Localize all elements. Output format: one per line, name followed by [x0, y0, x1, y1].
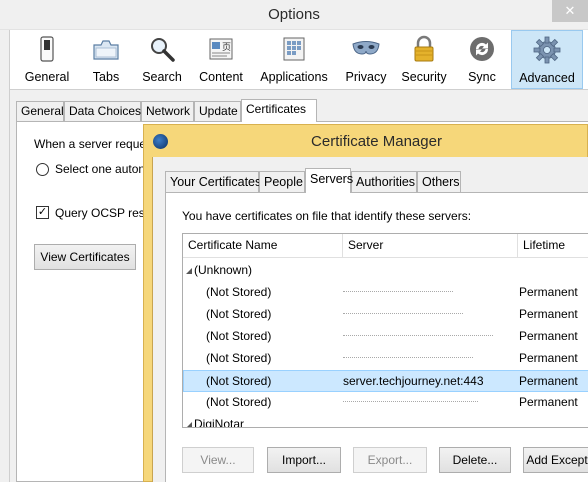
redacted-server	[343, 335, 493, 338]
add-exception-button[interactable]: Add Except	[523, 447, 588, 473]
toolbar-sync-label: Sync	[468, 70, 496, 84]
padlock-icon	[414, 35, 434, 62]
cert-name: (Not Stored)	[206, 351, 272, 365]
close-icon[interactable]: ✕	[552, 0, 588, 22]
mask-icon	[352, 41, 380, 55]
cert-lifetime: Permanent	[519, 285, 578, 299]
select-automatically-label: Select one auton	[55, 162, 146, 176]
subtab-update[interactable]: Update	[194, 101, 241, 121]
toolbar-tabs-label: Tabs	[92, 70, 120, 84]
redacted-server	[343, 291, 453, 294]
toolbar-security[interactable]: Security	[396, 30, 452, 89]
table-row-selected[interactable]: (Not Stored) server.techjourney.net:443 …	[183, 370, 588, 392]
toolbar-search[interactable]: Search	[134, 30, 190, 89]
toolbar-privacy[interactable]: Privacy	[340, 30, 392, 89]
group-unknown[interactable]: ◢ (Unknown)	[183, 260, 588, 282]
table-row[interactable]: (Not Stored) Permanent	[183, 392, 588, 414]
cert-lifetime: Permanent	[519, 351, 578, 365]
toolbar-security-label: Security	[401, 70, 447, 84]
group-diginotar-label: DigiNotar	[194, 417, 245, 428]
toolbar-general[interactable]: General	[16, 30, 78, 89]
cert-name: (Not Stored)	[206, 307, 272, 321]
cert-lifetime: Permanent	[519, 395, 578, 409]
subtab-general[interactable]: General	[16, 101, 64, 121]
table-row[interactable]: (Not Stored) Permanent	[183, 348, 588, 370]
cert-lifetime: Permanent	[519, 374, 578, 388]
certificate-manager-title-bar: Certificate Manager	[144, 125, 588, 157]
applications-icon	[283, 37, 305, 61]
subtab-data-choices[interactable]: Data Choices	[64, 101, 141, 121]
toolbar-advanced-label: Advanced	[519, 71, 575, 85]
view-certificates-button[interactable]: View Certificates	[34, 244, 136, 270]
tab-your-certificates[interactable]: Your Certificates	[165, 171, 261, 192]
group-diginotar[interactable]: ◢ DigiNotar	[183, 414, 588, 428]
toolbar-general-label: General	[24, 70, 70, 84]
tab-others[interactable]: Others	[417, 171, 461, 192]
certificate-manager-body: Your Certificates People Servers Authori…	[152, 157, 588, 482]
expand-triangle-icon[interactable]: ◢	[186, 414, 192, 427]
import-button[interactable]: Import...	[267, 447, 341, 473]
options-title-bar: Options ✕	[0, 0, 588, 30]
export-button[interactable]: Export...	[353, 447, 427, 473]
table-row[interactable]: (Not Stored) Permanent	[183, 282, 588, 304]
column-lifetime[interactable]: Lifetime	[518, 234, 588, 258]
options-toolbar: General Tabs Search 页 Content Applicatio…	[9, 30, 588, 90]
cert-server: server.techjourney.net:443	[343, 374, 484, 388]
subtab-network[interactable]: Network	[141, 101, 194, 121]
cert-lifetime: Permanent	[519, 307, 578, 321]
cert-name: (Not Stored)	[206, 285, 272, 299]
table-row[interactable]: (Not Stored) Permanent	[183, 326, 588, 348]
cert-lifetime: Permanent	[519, 329, 578, 343]
toolbar-advanced[interactable]: Advanced	[511, 30, 583, 89]
tabs-icon	[93, 40, 119, 60]
delete-button[interactable]: Delete...	[439, 447, 511, 473]
redacted-server	[343, 313, 463, 316]
toolbar-privacy-label: Privacy	[345, 70, 387, 84]
gear-icon	[533, 36, 561, 64]
content-icon: 页	[209, 38, 233, 60]
cert-name: (Not Stored)	[206, 395, 272, 409]
view-button[interactable]: View...	[182, 447, 254, 473]
tree-header: Certificate Name Server Lifetime	[183, 234, 588, 258]
redacted-server	[343, 401, 478, 404]
column-server[interactable]: Server	[343, 234, 518, 258]
toolbar-content-label: Content	[199, 70, 243, 84]
subtab-certificates[interactable]: Certificates	[241, 99, 317, 122]
tab-servers[interactable]: Servers	[305, 168, 353, 193]
group-unknown-label: (Unknown)	[194, 263, 253, 277]
server-certificate-tree[interactable]: Certificate Name Server Lifetime ◢ (Unkn…	[182, 233, 588, 428]
redacted-server	[343, 357, 473, 360]
column-certificate-name[interactable]: Certificate Name	[183, 234, 343, 258]
expand-triangle-icon[interactable]: ◢	[186, 260, 192, 282]
cert-name: (Not Stored)	[206, 374, 272, 388]
select-automatically-radio[interactable]	[36, 163, 49, 176]
certificate-manager-dialog: Certificate Manager Your Certificates Pe…	[143, 124, 588, 482]
toolbar-applications[interactable]: Applications	[254, 30, 334, 89]
magnifier-icon	[151, 38, 175, 62]
certificate-manager-title: Certificate Manager	[311, 133, 442, 150]
switch-icon	[40, 36, 54, 62]
svg-text:页: 页	[222, 42, 231, 53]
toolbar-applications-label: Applications	[260, 70, 328, 84]
tab-authorities[interactable]: Authorities	[351, 171, 417, 192]
toolbar-search-label: Search	[142, 70, 182, 84]
toolbar-tabs[interactable]: Tabs	[78, 30, 134, 89]
ocsp-label: Query OCSP resp	[55, 206, 152, 220]
sync-icon	[470, 37, 494, 61]
table-row[interactable]: (Not Stored) Permanent	[183, 304, 588, 326]
servers-description: You have certificates on file that ident…	[182, 209, 472, 223]
ocsp-checkbox[interactable]: ✓	[36, 206, 49, 219]
toolbar-content[interactable]: 页 Content	[192, 30, 250, 89]
toolbar-sync[interactable]: Sync	[456, 30, 508, 89]
cert-name: (Not Stored)	[206, 329, 272, 343]
servers-panel: You have certificates on file that ident…	[165, 192, 588, 482]
options-window-title: Options	[268, 6, 320, 23]
tab-people[interactable]: People	[259, 171, 305, 192]
server-request-text: When a server reque	[34, 137, 147, 151]
